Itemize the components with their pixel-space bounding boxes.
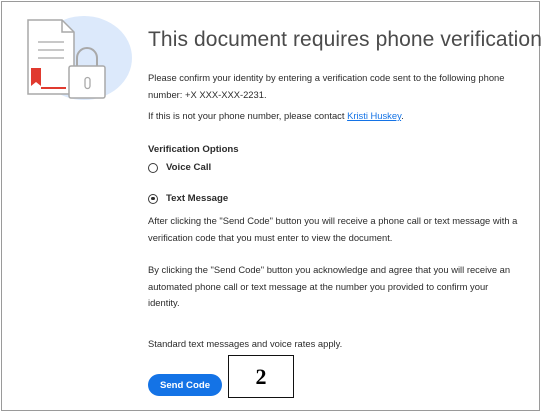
- voice-call-label: Voice Call: [166, 162, 212, 173]
- text-message-option[interactable]: Text Message: [148, 193, 228, 204]
- contact-prefix: If this is not your phone number, please…: [148, 110, 348, 121]
- send-code-button[interactable]: Send Code: [148, 374, 222, 396]
- contact-link[interactable]: Kristi Huskey: [347, 110, 401, 121]
- text-message-radio[interactable]: [148, 193, 158, 204]
- step-number: 2: [255, 363, 267, 389]
- after-click-text: After clicking the "Send Code" button yo…: [148, 215, 518, 243]
- confirm-identity-text: Please confirm your identity by entering…: [148, 72, 505, 100]
- contact-text: If this is not your phone number, please…: [148, 108, 518, 125]
- text-message-label: Text Message: [166, 193, 229, 204]
- voice-call-radio[interactable]: [148, 162, 158, 173]
- rates-text: Standard text messages and voice rates a…: [148, 338, 343, 349]
- voice-call-option[interactable]: Voice Call: [148, 162, 211, 173]
- verification-options-title: Verification Options: [148, 144, 239, 155]
- phone-verification-dialog: This document requires phone verificatio…: [1, 1, 542, 411]
- step-annotation-box: 2: [228, 355, 294, 398]
- contact-suffix: .: [401, 110, 404, 121]
- document-lock-icon: [10, 8, 134, 108]
- page-title: This document requires phone verificatio…: [148, 28, 542, 51]
- acknowledge-text: By clicking the "Send Code" button you a…: [148, 264, 511, 308]
